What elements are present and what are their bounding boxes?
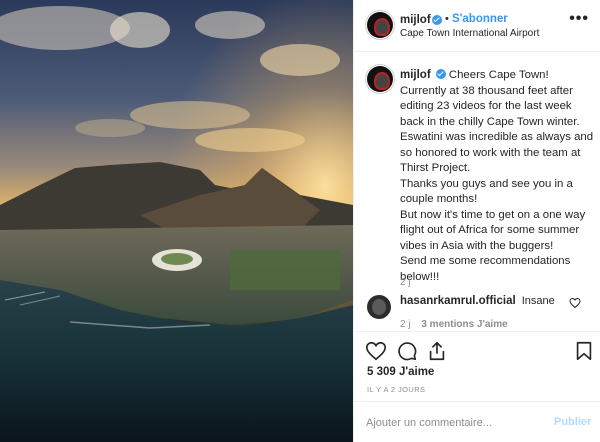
caption-text: Cheers Cape Town! Currently at 38 thousa… (400, 69, 594, 283)
comment-input[interactable] (366, 415, 536, 431)
post-header: mijlof • S'abonner Cape Town Internation… (354, 0, 600, 52)
post-sidebar: mijlof • S'abonner Cape Town Internation… (353, 0, 600, 442)
likes-count[interactable]: 5 309 J'aime (367, 366, 434, 378)
comment-timestamp[interactable]: 2 j (400, 319, 411, 330)
post-location[interactable]: Cape Town International Airport (400, 28, 539, 39)
comment-text: Insane (521, 295, 555, 307)
author-avatar[interactable] (367, 12, 393, 38)
caption-username[interactable]: mijlof (400, 69, 431, 81)
commenter-avatar[interactable] (367, 295, 391, 319)
post-photo[interactable] (0, 0, 353, 442)
heart-icon[interactable] (365, 340, 387, 362)
instagram-post: mijlof • S'abonner Cape Town Internation… (0, 0, 600, 442)
comment-heart-icon[interactable] (569, 297, 581, 309)
post-actions: 5 309 J'aime IL Y A 2 JOURS (354, 331, 600, 401)
comment-meta: 2 j 3 mentions J'aime (400, 319, 508, 330)
more-options-icon[interactable]: ••• (569, 10, 589, 28)
verified-icon (432, 15, 442, 25)
publish-button[interactable]: Publier (554, 416, 591, 428)
comment-likes-count[interactable]: 3 mentions J'aime (421, 319, 507, 330)
commenter-username[interactable]: hasanrkamrul.official (400, 295, 516, 307)
caption-avatar[interactable] (367, 66, 393, 92)
separator-dot: • (445, 13, 449, 25)
cape-town-aerial-image (0, 0, 353, 442)
author-username[interactable]: mijlof (400, 14, 431, 26)
add-comment-bar: Publier (354, 401, 600, 442)
comments-section[interactable]: mijlof Cheers Cape Town! Currently at 38… (354, 53, 600, 331)
share-icon[interactable] (426, 340, 448, 362)
caption-timestamp[interactable]: 2 j (400, 277, 411, 288)
post-date[interactable]: IL Y A 2 JOURS (367, 385, 425, 394)
comment-icon[interactable] (396, 340, 418, 362)
bookmark-icon[interactable] (573, 340, 595, 362)
follow-button[interactable]: S'abonner (452, 13, 508, 25)
comment-body: hasanrkamrul.official Insane (400, 295, 555, 307)
verified-icon (435, 69, 446, 79)
caption-body: mijlof Cheers Cape Town! Currently at 38… (400, 68, 595, 285)
